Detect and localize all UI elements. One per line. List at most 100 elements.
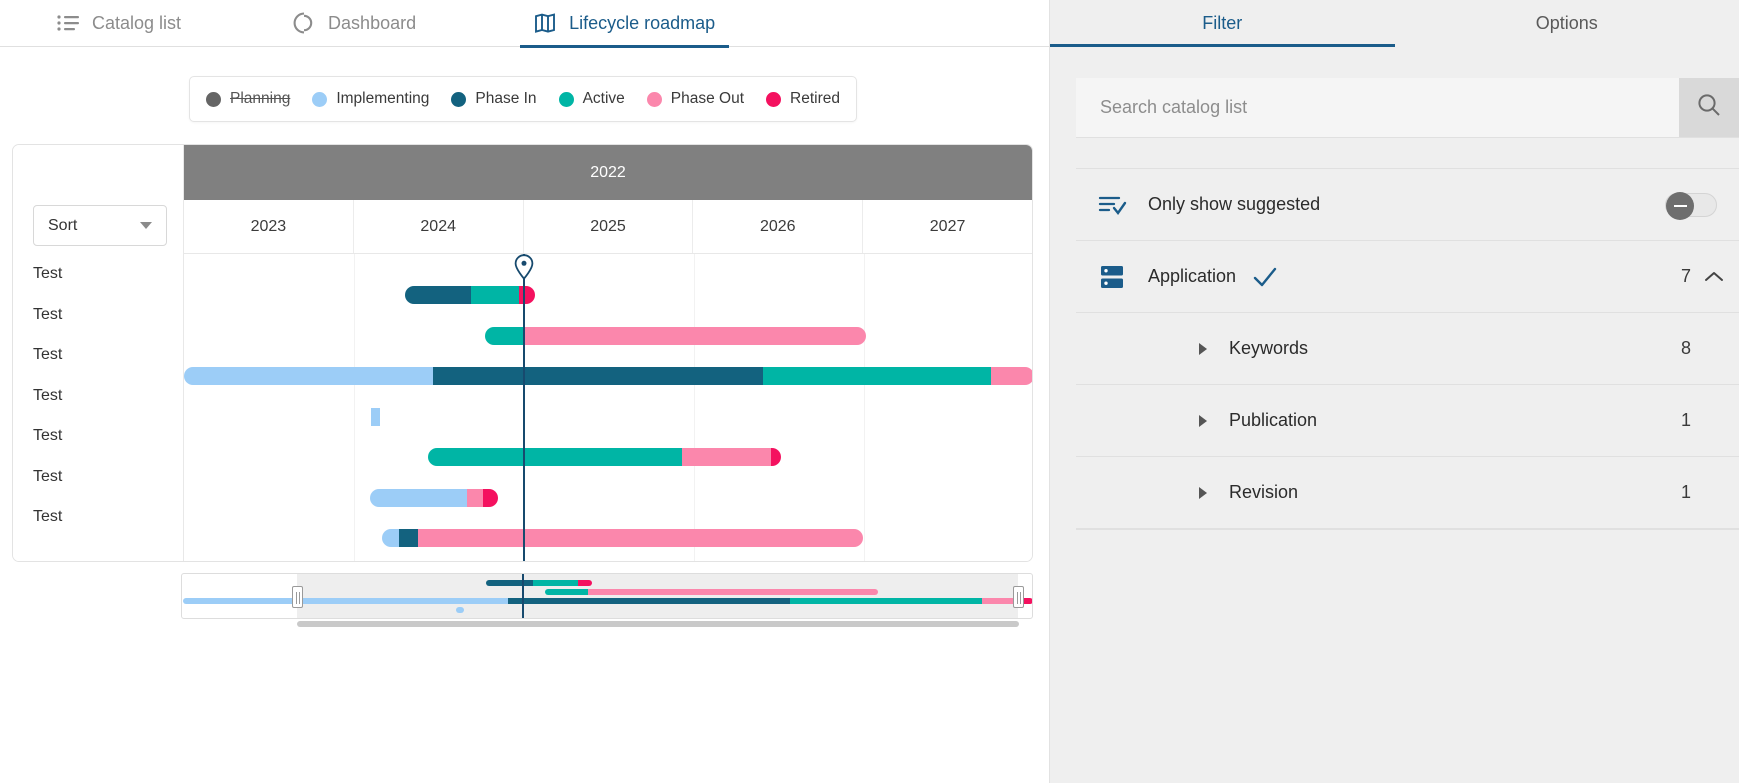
- donut-chart-icon: [293, 12, 315, 34]
- tab-filter[interactable]: Filter: [1050, 0, 1395, 47]
- row-label[interactable]: Test: [13, 416, 184, 457]
- horizontal-scrollbar[interactable]: [297, 621, 1019, 627]
- roadmap-bar[interactable]: [405, 286, 535, 304]
- chevron-right-icon[interactable]: [1199, 487, 1207, 499]
- roadmap-bar[interactable]: [485, 327, 866, 345]
- filter-count: 1: [1681, 482, 1691, 503]
- tab-lifecycle-roadmap[interactable]: Lifecycle roadmap: [520, 0, 729, 47]
- roadmap-bar-segment: [467, 489, 483, 507]
- minimap-bar: [456, 607, 464, 613]
- year-cell[interactable]: 2026: [693, 200, 863, 253]
- roadmap-bar[interactable]: [428, 448, 781, 466]
- grid-line: [354, 254, 355, 562]
- year-cell[interactable]: 2025: [524, 200, 694, 253]
- legend-label: Phase In: [475, 90, 536, 108]
- roadmap-plot-area: [184, 254, 1032, 562]
- search-row: Search catalog list: [1076, 78, 1739, 138]
- legend-item-implementing[interactable]: Implementing: [312, 90, 429, 108]
- roadmap-bar-segment: [371, 408, 380, 426]
- legend-swatch: [206, 92, 221, 107]
- minimap-bar-segment: [578, 580, 592, 586]
- filter-row-only-show-suggested[interactable]: Only show suggested: [1076, 168, 1739, 240]
- year-cell[interactable]: 2027: [863, 200, 1032, 253]
- roadmap-bar-segment: [382, 529, 399, 547]
- chevron-up-icon[interactable]: [1703, 269, 1725, 285]
- only-show-suggested-toggle[interactable]: [1665, 193, 1717, 217]
- panel-tab-label: Options: [1536, 13, 1598, 34]
- roadmap-row-header-column: Sort Test Test Test Test Test Test Test: [13, 145, 184, 562]
- minimap-bar-segment: [790, 598, 982, 604]
- filter-panel: Filter Options Search catalog list: [1050, 0, 1739, 783]
- search-input[interactable]: Search catalog list: [1076, 78, 1679, 138]
- minimap-bar-segment: [183, 598, 508, 604]
- legend-item-phase-in[interactable]: Phase In: [451, 90, 536, 108]
- legend-item-planning[interactable]: Planning: [206, 90, 290, 108]
- roadmap-bar-segment: [483, 489, 498, 507]
- roadmap-bar-segment: [682, 448, 771, 466]
- filter-check-icon: [1076, 192, 1148, 218]
- filter-list-divider: [1076, 528, 1739, 530]
- minimap-handle-right[interactable]: [1013, 586, 1024, 608]
- filter-subrow-keywords[interactable]: Keywords 8: [1076, 312, 1739, 384]
- legend-label: Active: [583, 90, 625, 108]
- roadmap-card: Sort Test Test Test Test Test Test Test …: [12, 144, 1033, 562]
- chevron-right-icon[interactable]: [1199, 343, 1207, 355]
- minimap-bar-segment: [588, 589, 878, 595]
- filter-sublabel: Keywords: [1229, 338, 1308, 359]
- legend-swatch: [312, 92, 327, 107]
- top-tabbar: Catalog list Dashboard: [0, 0, 1049, 47]
- legend-swatch: [766, 92, 781, 107]
- legend-item-retired[interactable]: Retired: [766, 90, 840, 108]
- roadmap-timeline: 2022 2023 2024 2025 2026 2027: [184, 145, 1032, 562]
- row-label[interactable]: Test: [13, 376, 184, 417]
- minimap-bar-segment: [545, 589, 588, 595]
- legend-label: Implementing: [336, 90, 429, 108]
- list-icon: [57, 14, 79, 32]
- today-marker-pin-icon[interactable]: [514, 254, 534, 285]
- tab-label: Lifecycle roadmap: [569, 13, 715, 34]
- roadmap-bar-segment: [991, 367, 1032, 385]
- tab-dashboard[interactable]: Dashboard: [279, 0, 430, 47]
- row-label[interactable]: Test: [13, 457, 184, 498]
- filter-subrow-publication[interactable]: Publication 1: [1076, 384, 1739, 456]
- filter-count: 7: [1681, 266, 1691, 287]
- row-label[interactable]: Test: [13, 254, 184, 295]
- chevron-right-icon[interactable]: [1199, 415, 1207, 427]
- roadmap-bar[interactable]: [382, 529, 863, 547]
- tab-catalog-list[interactable]: Catalog list: [43, 0, 195, 47]
- roadmap-bar-segment: [519, 286, 535, 304]
- legend-label: Planning: [230, 90, 290, 108]
- row-label[interactable]: Test: [13, 497, 184, 538]
- search-button[interactable]: [1679, 78, 1739, 138]
- minimap-bar-segment: [508, 598, 790, 604]
- year-cell[interactable]: 2024: [354, 200, 524, 253]
- row-label[interactable]: Test: [13, 335, 184, 376]
- legend-label: Retired: [790, 90, 840, 108]
- roadmap-bar-segment: [418, 529, 863, 547]
- filter-sublabel: Revision: [1229, 482, 1298, 503]
- filter-row-application[interactable]: Application 7: [1076, 240, 1739, 312]
- filter-subrow-revision[interactable]: Revision 1: [1076, 456, 1739, 528]
- grid-line: [694, 254, 695, 562]
- timeline-band-label: 2022: [184, 145, 1032, 200]
- minimap-today-line: [522, 574, 524, 618]
- panel-tabbar: Filter Options: [1050, 0, 1739, 47]
- lifecycle-legend: Planning Implementing Phase In Active Ph…: [189, 76, 857, 122]
- search-icon: [1696, 92, 1722, 123]
- roadmap-bar[interactable]: [371, 408, 380, 426]
- filter-sublabel: Publication: [1229, 410, 1317, 431]
- sort-dropdown[interactable]: Sort: [33, 205, 167, 246]
- roadmap-bar-segment: [370, 489, 467, 507]
- minimap-handle-left[interactable]: [292, 586, 303, 608]
- year-cell[interactable]: 2023: [184, 200, 354, 253]
- roadmap-bar[interactable]: [370, 489, 498, 507]
- roadmap-bar[interactable]: [184, 367, 1032, 385]
- minimap-bar-segment: [486, 580, 533, 586]
- chevron-down-icon: [140, 222, 152, 229]
- row-label[interactable]: Test: [13, 295, 184, 336]
- timeline-minimap[interactable]: [181, 573, 1033, 619]
- check-icon: [1252, 266, 1278, 288]
- tab-options[interactable]: Options: [1395, 0, 1739, 47]
- legend-item-active[interactable]: Active: [559, 90, 625, 108]
- legend-item-phase-out[interactable]: Phase Out: [647, 90, 744, 108]
